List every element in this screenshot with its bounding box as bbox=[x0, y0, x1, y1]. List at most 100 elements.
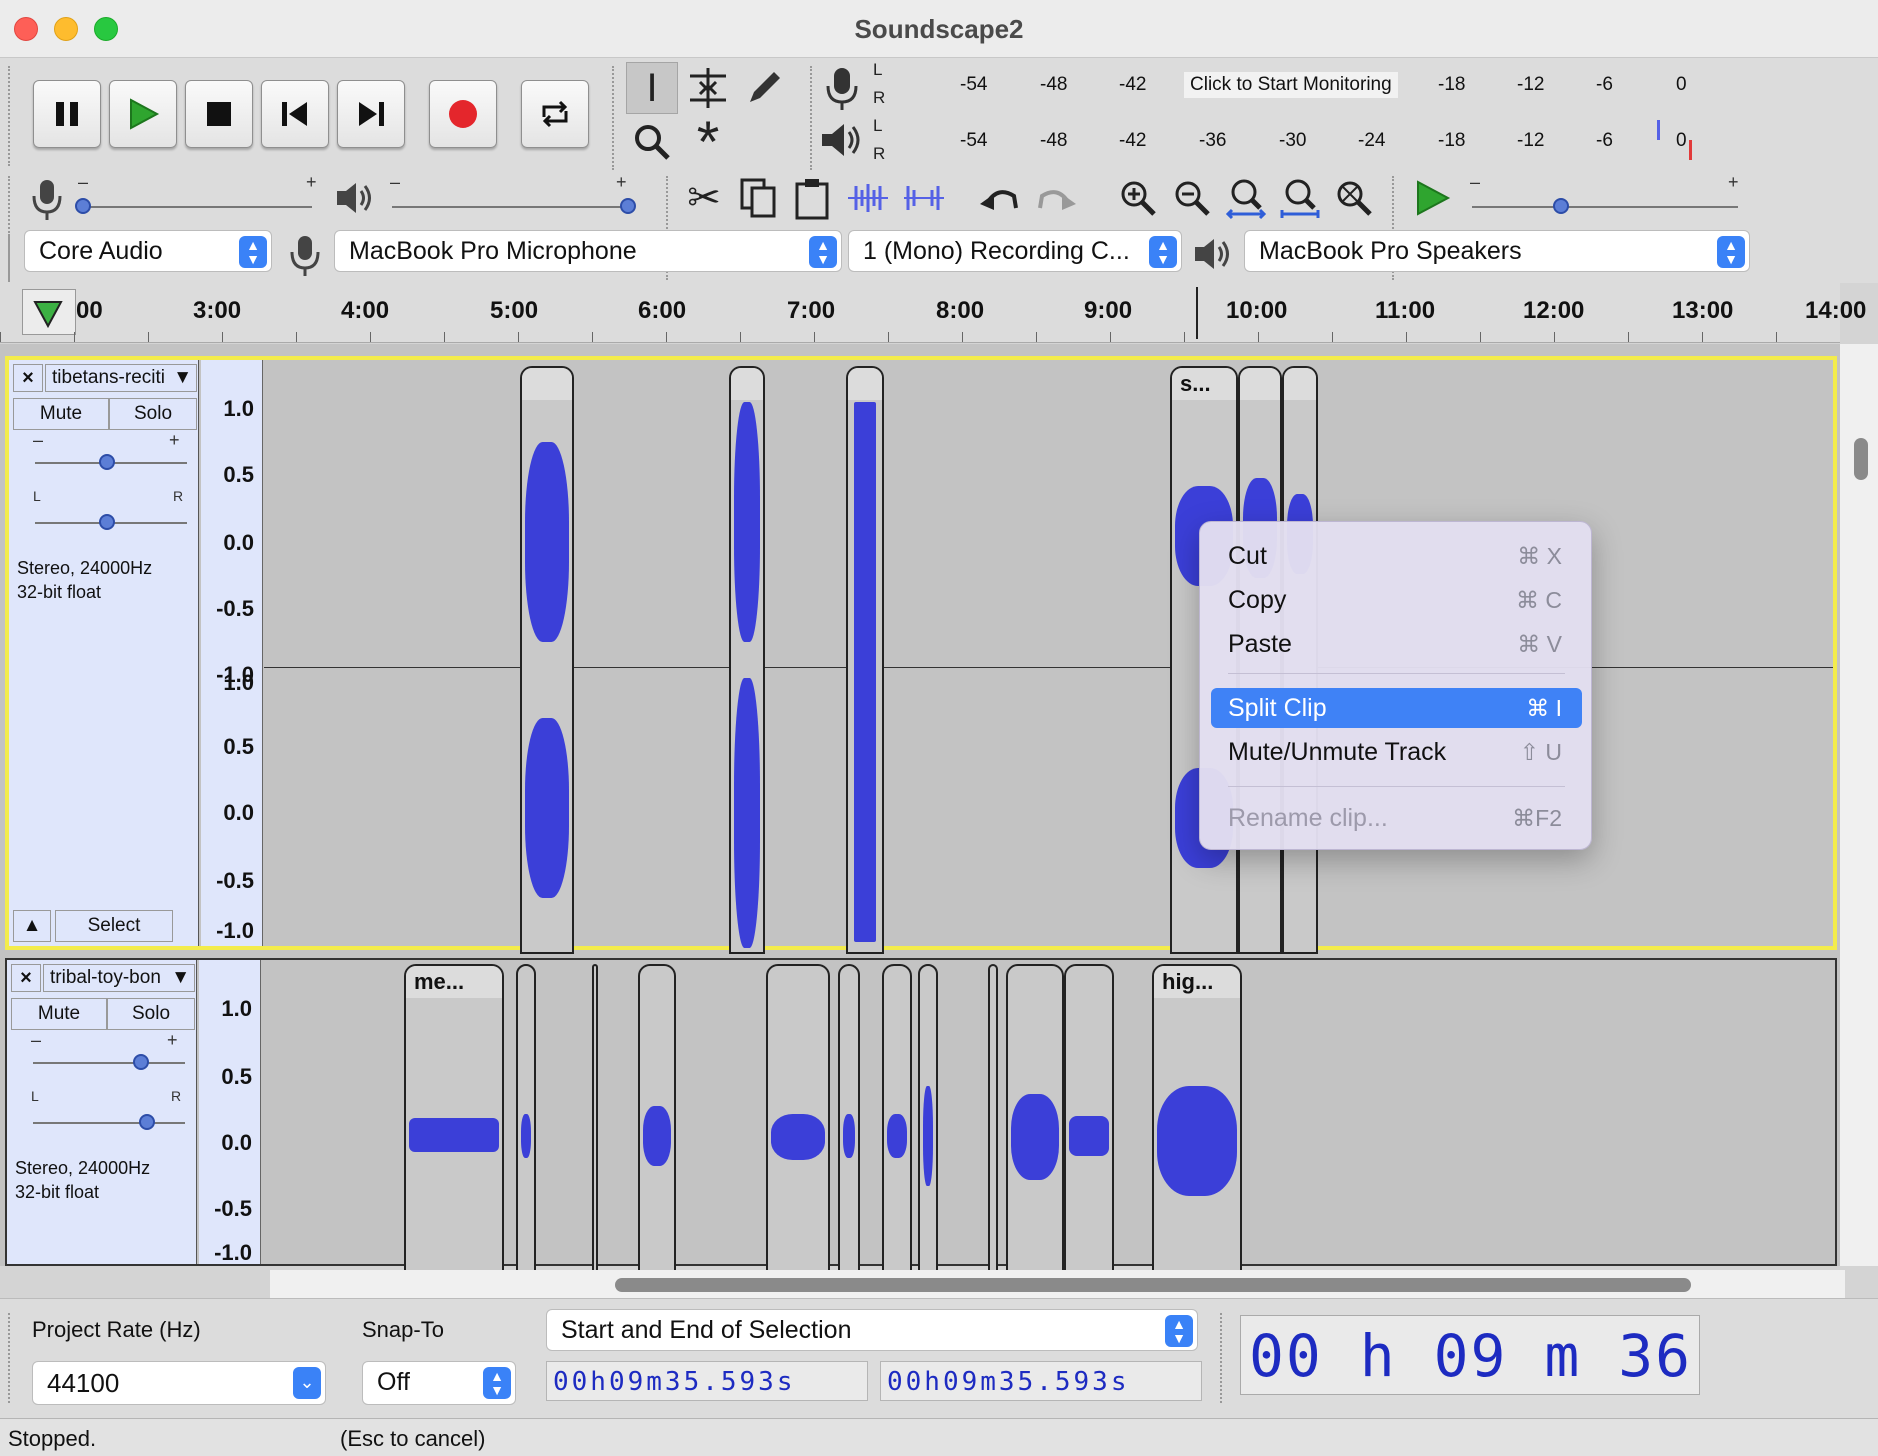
clip-label[interactable]: me... bbox=[406, 966, 502, 998]
track-pan-slider[interactable] bbox=[33, 1122, 185, 1124]
skip-to-start-button[interactable] bbox=[261, 80, 329, 148]
tools-grip[interactable] bbox=[612, 66, 618, 170]
playback-volume-slider[interactable] bbox=[392, 206, 632, 208]
menu-item-split-clip[interactable]: Split Clip ⌘ I bbox=[1211, 688, 1582, 728]
track-name-menu[interactable]: tibetans-reciti ▼ bbox=[45, 364, 197, 392]
stop-button[interactable] bbox=[185, 80, 253, 148]
selection-grip[interactable] bbox=[8, 1313, 14, 1403]
clip-header[interactable] bbox=[1240, 368, 1280, 400]
vertical-scrollbar[interactable] bbox=[1840, 344, 1878, 1266]
mute-button[interactable]: Mute bbox=[11, 998, 107, 1030]
audio-clip[interactable] bbox=[520, 366, 574, 954]
playback-volume-thumb[interactable] bbox=[620, 198, 636, 214]
track-control-panel[interactable]: × tribal-toy-bon ▼ Mute Solo – + L R Ster… bbox=[7, 960, 197, 1264]
audio-clip[interactable]: me... bbox=[404, 964, 504, 1274]
draw-tool[interactable] bbox=[738, 62, 790, 114]
snap-to-select[interactable]: Off ▲ ▼ bbox=[362, 1361, 516, 1405]
audio-clip[interactable]: hig... bbox=[1152, 964, 1242, 1274]
zoom-in-button[interactable] bbox=[1112, 172, 1164, 224]
menu-item-cut[interactable]: Cut ⌘ X bbox=[1211, 536, 1582, 576]
audio-clip[interactable] bbox=[882, 964, 912, 1274]
clip-header[interactable] bbox=[731, 368, 763, 400]
track-gain-thumb[interactable] bbox=[99, 454, 115, 470]
close-track-button[interactable]: × bbox=[11, 964, 41, 992]
copy-button[interactable] bbox=[732, 172, 784, 224]
time-grip[interactable] bbox=[1220, 1313, 1226, 1403]
selection-mode-select[interactable]: Start and End of Selection ▲ ▼ bbox=[546, 1309, 1198, 1351]
track-pan-thumb[interactable] bbox=[139, 1114, 155, 1130]
audio-clip[interactable] bbox=[766, 964, 830, 1274]
mute-button[interactable]: Mute bbox=[13, 398, 109, 430]
multi-tool[interactable]: * bbox=[682, 110, 734, 175]
playback-device-select[interactable]: MacBook Pro Speakers ▲ ▼ bbox=[1244, 230, 1750, 272]
zoom-toggle-button[interactable] bbox=[1328, 172, 1380, 224]
loop-button[interactable] bbox=[521, 80, 589, 148]
recording-volume-thumb[interactable] bbox=[75, 198, 91, 214]
audio-clip[interactable] bbox=[1006, 964, 1064, 1274]
audio-clip[interactable] bbox=[729, 366, 765, 954]
play-at-speed-button[interactable] bbox=[1406, 172, 1458, 224]
waveform-area[interactable]: me... hig... bbox=[262, 960, 1835, 1274]
select-track-button[interactable]: Select bbox=[55, 910, 173, 942]
start-monitoring-label[interactable]: Click to Start Monitoring bbox=[1184, 72, 1398, 98]
close-track-button[interactable]: × bbox=[13, 364, 43, 392]
horizontal-scrollbar[interactable] bbox=[270, 1270, 1845, 1298]
trim-audio-button[interactable] bbox=[842, 172, 894, 224]
audio-clip[interactable] bbox=[638, 964, 676, 1274]
timeline-ruler[interactable]: 00 3:00 4:00 5:00 6:00 7:00 8:00 9:00 10… bbox=[0, 283, 1866, 343]
waveform-area[interactable]: s... bbox=[264, 360, 1833, 954]
audio-position-display[interactable]: 00 h 09 m 36 s bbox=[1240, 1315, 1700, 1395]
menu-item-copy[interactable]: Copy ⌘ C bbox=[1211, 580, 1582, 620]
audio-clip[interactable] bbox=[516, 964, 536, 1274]
pause-button[interactable] bbox=[33, 80, 101, 148]
undo-button[interactable] bbox=[974, 172, 1026, 224]
audio-track[interactable]: × tribal-toy-bon ▼ Mute Solo – + L R Ster… bbox=[5, 958, 1837, 1274]
vertical-scale[interactable]: 1.0 0.5 0.0 -0.5 -1.0 1.0 0.5 0.0 -0.5 -… bbox=[201, 360, 263, 946]
fit-project-button[interactable] bbox=[1274, 172, 1326, 224]
project-rate-select[interactable]: 44100 ⌄ bbox=[32, 1361, 326, 1405]
recording-volume-slider[interactable] bbox=[82, 206, 312, 208]
track-pan-thumb[interactable] bbox=[99, 514, 115, 530]
zoom-out-button[interactable] bbox=[1166, 172, 1218, 224]
selection-start-time[interactable]: 00h09m35.593s bbox=[546, 1361, 868, 1401]
audio-clip[interactable] bbox=[592, 964, 598, 1274]
audio-clip[interactable] bbox=[1064, 964, 1114, 1274]
track-control-panel[interactable]: × tibetans-reciti ▼ Mute Solo – + L R Ste… bbox=[9, 360, 199, 946]
solo-button[interactable]: Solo bbox=[109, 398, 197, 430]
track-gain-slider[interactable] bbox=[33, 1062, 185, 1064]
play-button[interactable] bbox=[109, 80, 177, 148]
meter-grip[interactable] bbox=[810, 66, 816, 170]
paste-button[interactable] bbox=[786, 172, 838, 224]
solo-button[interactable]: Solo bbox=[107, 998, 195, 1030]
playback-speed-slider[interactable] bbox=[1472, 206, 1738, 208]
track-name-menu[interactable]: tribal-toy-bon ▼ bbox=[43, 964, 195, 992]
fit-selection-button[interactable] bbox=[1220, 172, 1272, 224]
record-button[interactable] bbox=[429, 80, 497, 148]
horizontal-scroll-thumb[interactable] bbox=[615, 1278, 1691, 1292]
audio-clip[interactable] bbox=[838, 964, 860, 1274]
vertical-scale[interactable]: 1.0 0.5 0.0 -0.5 -1.0 bbox=[199, 960, 261, 1265]
device-grip[interactable] bbox=[8, 234, 14, 282]
zoom-tool[interactable] bbox=[626, 116, 678, 168]
track-gain-thumb[interactable] bbox=[133, 1054, 149, 1070]
vertical-scroll-thumb[interactable] bbox=[1854, 438, 1868, 480]
cut-button[interactable]: ✂ bbox=[678, 172, 730, 224]
selection-end-time[interactable]: 00h09m35.593s bbox=[880, 1361, 1202, 1401]
clip-header[interactable] bbox=[522, 368, 572, 400]
menu-item-paste[interactable]: Paste ⌘ V bbox=[1211, 624, 1582, 664]
recording-meter[interactable]: -54 -48 -42 Click to Start Monitoring -1… bbox=[892, 62, 1698, 108]
pin-playhead-button[interactable] bbox=[22, 289, 76, 335]
clip-label[interactable]: hig... bbox=[1154, 966, 1240, 998]
collapse-track-button[interactable]: ▲ bbox=[13, 910, 51, 942]
clip-label[interactable]: s... bbox=[1172, 368, 1236, 400]
redo-button[interactable] bbox=[1030, 172, 1082, 224]
skip-to-end-button[interactable] bbox=[337, 80, 405, 148]
silence-audio-button[interactable] bbox=[898, 172, 950, 224]
audio-clip[interactable] bbox=[918, 964, 938, 1274]
recording-channels-select[interactable]: 1 (Mono) Recording C... ▲ ▼ bbox=[848, 230, 1182, 272]
audio-clip[interactable] bbox=[988, 964, 998, 1274]
selection-tool[interactable]: I bbox=[626, 62, 678, 114]
playback-meter[interactable]: -54 -48 -42 -36 -30 -24 -18 -12 -6 0 bbox=[892, 118, 1698, 164]
toolbar-grip[interactable] bbox=[8, 66, 14, 166]
clip-header[interactable] bbox=[848, 368, 882, 400]
